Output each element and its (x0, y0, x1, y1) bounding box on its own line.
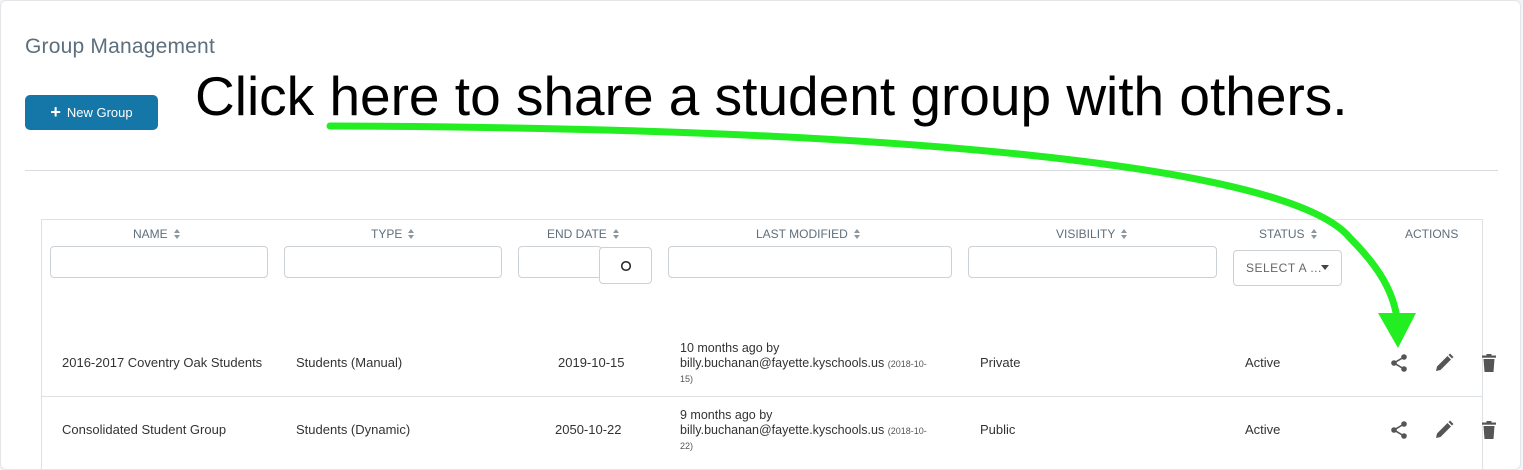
row-1-name: 2016-2017 Coventry Oak Students (62, 355, 263, 370)
header-name[interactable]: NAME (133, 227, 181, 241)
sort-icon (1310, 229, 1317, 239)
row-2-modified-user: billy.buchanan@fayette.kyschools.us (680, 423, 885, 437)
row-2-end-date: 2050-10-22 (555, 422, 622, 437)
share-icon[interactable] (1388, 419, 1410, 441)
plus-icon: + (50, 101, 61, 122)
row-2-modified-line1: 9 months ago by (680, 408, 773, 422)
status-filter-placeholder: SELECT A ... (1246, 261, 1322, 275)
row-1-last-modified: 10 months ago by billy.buchanan@fayette.… (680, 341, 955, 387)
page-title: Group Management (25, 35, 215, 58)
header-last-modified[interactable]: LAST MODIFIED (756, 227, 861, 241)
new-group-label: New Group (66, 105, 133, 120)
last-modified-filter-input[interactable] (668, 246, 952, 278)
row-2-modified-date-a: (2018-10- (887, 426, 927, 436)
row-1-modified-date-a: (2018-10- (887, 359, 927, 369)
header-visibility-label: VISIBILITY (1056, 227, 1116, 241)
row-2-last-modified: 9 months ago by billy.buchanan@fayette.k… (680, 408, 955, 454)
row-2-visibility: Public (980, 422, 1016, 437)
sort-icon (408, 229, 415, 239)
header-actions: ACTIONS (1405, 227, 1458, 241)
end-date-filter-input[interactable] (518, 246, 602, 278)
date-picker-button[interactable] (599, 247, 652, 284)
header-type-label: TYPE (371, 227, 403, 241)
type-filter-input[interactable] (284, 246, 502, 278)
header-type[interactable]: TYPE (371, 227, 415, 241)
visibility-filter-input[interactable] (968, 246, 1217, 278)
row-1-visibility: Private (980, 355, 1021, 370)
header-end-date[interactable]: END DATE (547, 227, 620, 241)
sort-icon (173, 229, 180, 239)
row-1-end-date: 2019-10-15 (558, 355, 625, 370)
pencil-icon[interactable] (1433, 352, 1455, 374)
row-1-status: Active (1245, 355, 1281, 370)
sort-icon (853, 229, 860, 239)
row-separator (41, 396, 1483, 397)
header-actions-label: ACTIONS (1405, 227, 1459, 241)
pencil-icon[interactable] (1433, 419, 1455, 441)
row-2-name: Consolidated Student Group (62, 422, 227, 437)
sort-icon (1121, 229, 1128, 239)
name-filter-input[interactable] (50, 246, 268, 278)
trash-icon[interactable] (1478, 352, 1500, 374)
header-visibility[interactable]: VISIBILITY (1056, 227, 1128, 241)
header-name-label: NAME (133, 227, 168, 241)
status-filter-select[interactable]: SELECT A ... (1233, 250, 1342, 286)
row-2-modified-date-b: 22) (680, 441, 694, 451)
row-1-modified-date-b: 15) (680, 374, 694, 384)
sort-icon (612, 229, 619, 239)
header-status-label: STATUS (1259, 227, 1305, 241)
annotation-text: Click here to share a student group with… (195, 65, 1348, 127)
row-1-type: Students (Manual) (296, 355, 403, 370)
row-2-status: Active (1245, 422, 1281, 437)
new-group-button[interactable]: + New Group (25, 95, 158, 130)
divider (25, 170, 1498, 171)
circle-icon (620, 260, 631, 271)
row-1-modified-line1: 10 months ago by (680, 341, 780, 355)
row-2-type: Students (Dynamic) (296, 422, 411, 437)
trash-icon[interactable] (1478, 419, 1500, 441)
header-end-date-label: END DATE (547, 227, 607, 241)
row-1-modified-user: billy.buchanan@fayette.kyschools.us (680, 356, 885, 370)
caret-down-icon (1321, 265, 1329, 270)
header-status[interactable]: STATUS (1259, 227, 1318, 241)
header-last-modified-label: LAST MODIFIED (756, 227, 848, 241)
share-icon[interactable] (1388, 352, 1410, 374)
